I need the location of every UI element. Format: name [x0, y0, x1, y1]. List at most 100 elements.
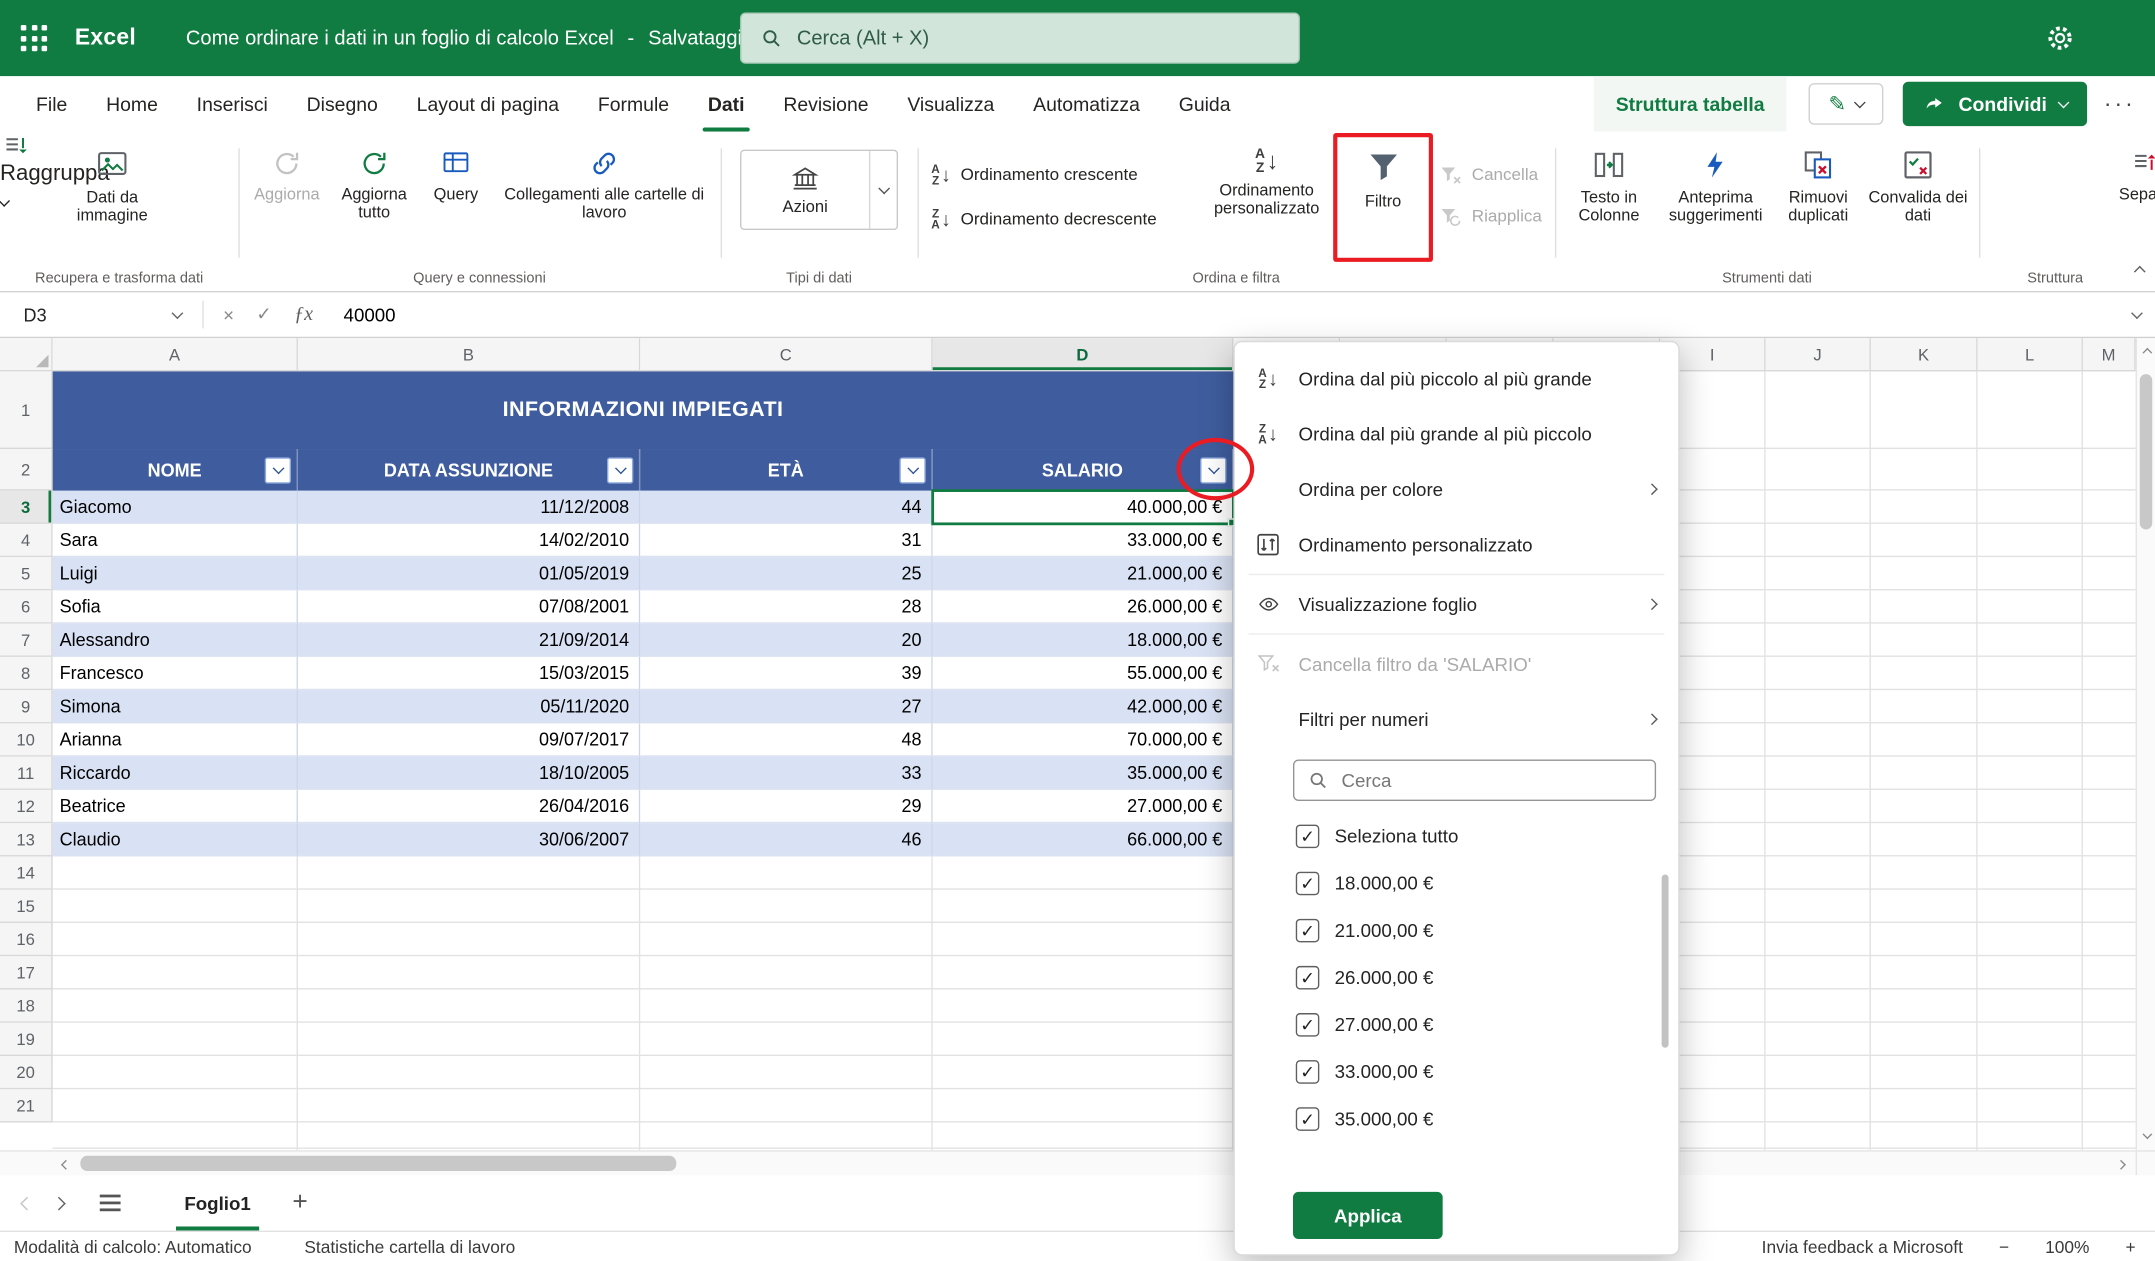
stocks-action-item[interactable]: Azioni: [741, 151, 868, 229]
flash-fill-button[interactable]: Anteprima suggerimenti: [1657, 140, 1773, 259]
cancel-entry-icon[interactable]: ×: [223, 304, 234, 325]
filter-value-checkbox[interactable]: ✓ 18.000,00 €: [1235, 859, 1678, 906]
cell-age[interactable]: 25: [640, 557, 933, 591]
ribbon-tab-revisione[interactable]: Revisione: [764, 76, 888, 131]
grid-row[interactable]: [52, 1123, 2136, 1149]
filter-select-all-checkbox[interactable]: ✓ Seleziona tutto: [1235, 812, 1678, 859]
cell-name[interactable]: Sofia: [52, 590, 298, 624]
scroll-right-button[interactable]: [2108, 1152, 2133, 1177]
next-sheet-button[interactable]: [52, 1190, 66, 1215]
row-header-17[interactable]: 17: [0, 956, 53, 990]
gallery-dropdown-button[interactable]: [868, 151, 897, 229]
collapse-ribbon-button[interactable]: [2133, 258, 2146, 283]
formula-input[interactable]: [340, 302, 2133, 327]
ribbon-tab-guida[interactable]: Guida: [1159, 76, 1250, 131]
row-header-9[interactable]: 9: [0, 690, 53, 724]
cell-date[interactable]: 09/07/2017: [297, 723, 641, 757]
column-header-J[interactable]: J: [1765, 338, 1871, 372]
checkbox-checked-icon[interactable]: ✓: [1295, 1059, 1320, 1084]
cell-age[interactable]: 44: [640, 490, 933, 524]
expand-formula-bar-icon[interactable]: [2131, 306, 2143, 319]
cell-name[interactable]: Arianna: [52, 723, 298, 757]
cell-age[interactable]: 29: [640, 789, 933, 824]
custom-sort-button[interactable]: A Z ↓ Ordinamento personalizzato: [1197, 140, 1336, 259]
data-validation-button[interactable]: Convalida dei dati: [1863, 140, 1974, 259]
cell-name[interactable]: Claudio: [52, 823, 298, 857]
cell-name[interactable]: Francesco: [52, 656, 298, 691]
calc-mode-button[interactable]: Modalità di calcolo: Automatico: [14, 1237, 252, 1256]
row-header-3[interactable]: 3: [0, 490, 53, 524]
ribbon-tab-inserisci[interactable]: Inserisci: [177, 76, 287, 131]
grid-row[interactable]: [52, 1023, 2136, 1057]
settings-gear-icon[interactable]: [2046, 24, 2075, 53]
column-header-D[interactable]: D: [932, 338, 1234, 372]
cell-date[interactable]: 15/03/2015: [297, 656, 641, 691]
row-header-10[interactable]: 10: [0, 723, 53, 757]
row-header-11[interactable]: 11: [0, 756, 53, 790]
cell-salary[interactable]: 70.000,00 €: [932, 723, 1234, 757]
share-button[interactable]: Condividi: [1903, 81, 2088, 127]
ribbon-tab-formule[interactable]: Formule: [578, 76, 688, 131]
vertical-scroll-thumb[interactable]: [2139, 374, 2153, 530]
checkbox-checked-icon[interactable]: ✓: [1295, 823, 1320, 848]
feedback-link[interactable]: Invia feedback a Microsoft: [1762, 1237, 1963, 1256]
data-from-picture-button[interactable]: Dati da immagine: [53, 140, 172, 259]
cell-name[interactable]: Simona: [52, 690, 298, 724]
sort-ascending-button[interactable]: A Z ↓ Ordinamento crescente: [931, 157, 1137, 193]
menu-item-number-filters[interactable]: Filtri per numeri: [1235, 692, 1678, 747]
cell-name[interactable]: Luigi: [52, 557, 298, 591]
scroll-up-button[interactable]: [2137, 341, 2155, 363]
cell-salary[interactable]: 27.000,00 €: [932, 789, 1234, 824]
grid-row[interactable]: [52, 1089, 2136, 1123]
sheet-tab-foglio1[interactable]: Foglio1: [170, 1175, 264, 1231]
filter-dropdown-button-salario[interactable]: [1200, 456, 1227, 483]
app-launcher-icon[interactable]: [20, 24, 48, 52]
grid-row[interactable]: [52, 989, 2136, 1023]
all-sheets-menu-icon[interactable]: [99, 1195, 121, 1211]
remove-duplicates-button[interactable]: Rimuovi duplicati: [1777, 140, 1860, 259]
refresh-all-button[interactable]: Aggiorna tutto: [330, 140, 419, 259]
row-header-20[interactable]: 20: [0, 1056, 53, 1090]
row-header-1[interactable]: 1: [0, 371, 53, 450]
spreadsheet-grid[interactable]: ABCDEFGHIJKLM 12345678910111213141516171…: [0, 338, 2136, 1151]
filter-dropdown-button-eta[interactable]: [899, 456, 926, 483]
ungroup-button[interactable]: Separa: [2104, 140, 2155, 259]
menu-item-sort-descending[interactable]: Z A ↓ Ordina dal più grande al più piccolo: [1235, 406, 1678, 461]
table-header-salario[interactable]: SALARIO: [932, 449, 1234, 491]
filter-button[interactable]: Filtro: [1342, 140, 1425, 259]
scroll-left-button[interactable]: [53, 1152, 78, 1177]
cell-name[interactable]: Sara: [52, 523, 298, 558]
cell-age[interactable]: 33: [640, 756, 933, 790]
filter-value-checkbox[interactable]: ✓ 33.000,00 €: [1235, 1048, 1678, 1095]
cell-date[interactable]: 05/11/2020: [297, 690, 641, 724]
filter-dropdown-button-data-assunzione[interactable]: [607, 456, 634, 483]
scroll-down-button[interactable]: [2137, 1125, 2155, 1147]
search-box[interactable]: [740, 12, 1300, 64]
ribbon-tab-struttura-tabella[interactable]: Struttura tabella: [1593, 76, 1787, 132]
data-types-gallery[interactable]: Azioni: [740, 149, 899, 231]
grid-row[interactable]: [52, 956, 2136, 990]
ribbon-tab-home[interactable]: Home: [87, 76, 178, 131]
grid-row[interactable]: [52, 1056, 2136, 1090]
filter-value-checkbox[interactable]: ✓ 26.000,00 €: [1235, 953, 1678, 1000]
ribbon-tab-dati[interactable]: Dati: [688, 76, 763, 132]
filter-dropdown-button-nome[interactable]: [264, 456, 292, 483]
confirm-entry-icon[interactable]: ✓: [256, 304, 272, 326]
cell-name[interactable]: Alessandro: [52, 623, 298, 657]
chevron-down-icon[interactable]: [171, 306, 184, 319]
checkbox-checked-icon[interactable]: ✓: [1295, 1106, 1320, 1131]
column-header-M[interactable]: M: [2082, 338, 2136, 372]
row-header-16[interactable]: 16: [0, 922, 53, 957]
cell-date[interactable]: 18/10/2005: [297, 756, 641, 790]
cell-salary[interactable]: 55.000,00 €: [932, 656, 1234, 691]
row-header-8[interactable]: 8: [0, 656, 53, 691]
checkbox-checked-icon[interactable]: ✓: [1295, 918, 1320, 942]
row-header-15[interactable]: 15: [0, 889, 53, 923]
table-header-eta[interactable]: ETÀ: [640, 449, 933, 491]
filter-search-input[interactable]: [1338, 768, 1641, 793]
horizontal-scroll-thumb[interactable]: [80, 1155, 677, 1172]
column-header-K[interactable]: K: [1870, 338, 1978, 372]
column-header-A[interactable]: A: [52, 338, 298, 372]
filter-value-checkbox[interactable]: ✓ 21.000,00 €: [1235, 906, 1678, 953]
grid-row[interactable]: [52, 923, 2136, 957]
